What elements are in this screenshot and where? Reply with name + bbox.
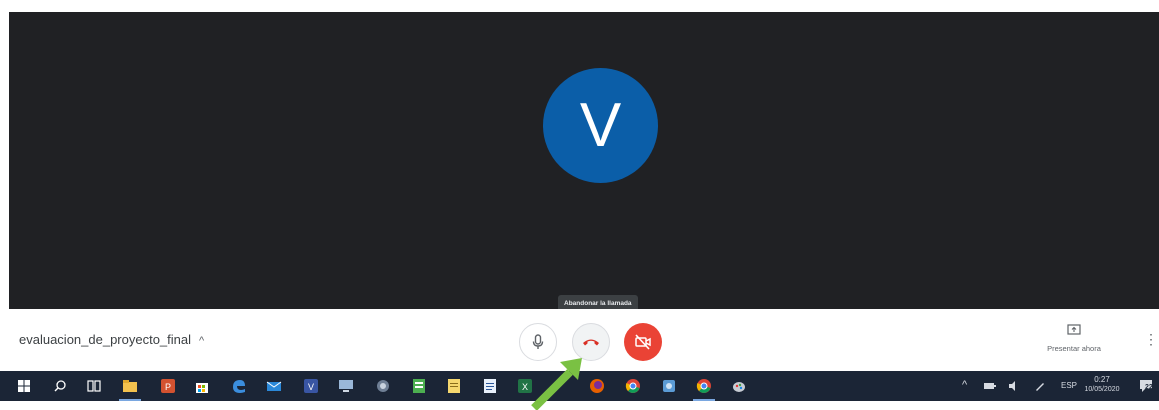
chevron-up-icon: ^ — [199, 335, 205, 347]
paint-icon[interactable] — [731, 378, 747, 394]
show-hidden-icons-chevron-icon[interactable]: ^ — [962, 379, 967, 391]
notepad-icon[interactable] — [446, 378, 462, 394]
network-status-icon[interactable] — [983, 380, 997, 392]
svg-text:V: V — [308, 382, 314, 392]
annotation-arrow — [531, 358, 582, 410]
chrome-icon[interactable] — [625, 378, 641, 394]
more-options-icon[interactable]: ⋮ — [1144, 329, 1158, 349]
task-view-icon[interactable] — [86, 378, 102, 394]
clock-time: 0:27 — [1094, 375, 1110, 384]
volume-icon[interactable] — [1008, 380, 1020, 392]
network-icon[interactable] — [375, 378, 391, 394]
hang-up-icon — [583, 339, 599, 346]
meet-window: V Abandonar la llamada evaluacion_de_pro… — [0, 0, 1159, 410]
participant-avatar: V — [543, 68, 658, 183]
chrome-icon-2[interactable] — [693, 378, 715, 401]
clock[interactable]: 0:27 10/05/2020 — [1082, 375, 1122, 395]
edge-icon[interactable] — [231, 378, 247, 394]
file-explorer-icon[interactable] — [119, 378, 141, 401]
camera-button[interactable] — [624, 323, 662, 361]
clock-date: 10/05/2020 — [1084, 386, 1120, 393]
photos-icon[interactable] — [661, 378, 677, 394]
pen-icon[interactable] — [1034, 380, 1046, 392]
notification-count: 22 — [1145, 384, 1153, 391]
firefox-icon[interactable] — [589, 378, 605, 394]
language-indicator[interactable]: ESP — [1061, 381, 1077, 390]
visio-icon[interactable]: V — [303, 378, 319, 394]
windows-start-icon[interactable] — [16, 378, 32, 394]
project-icon[interactable] — [411, 378, 427, 394]
present-now-button[interactable]: Presentar ahora — [1034, 323, 1114, 353]
microphone-icon — [532, 334, 544, 349]
search-icon[interactable] — [52, 378, 68, 394]
svg-text:P: P — [165, 382, 171, 392]
remote-desktop-icon[interactable] — [338, 378, 354, 394]
video-stage: V Abandonar la llamada — [9, 12, 1159, 312]
camera-off-icon — [635, 334, 651, 350]
mail-icon[interactable] — [266, 378, 282, 394]
present-screen-icon — [1067, 324, 1081, 335]
word-doc-icon[interactable] — [482, 378, 498, 394]
notification-center[interactable]: 22 — [1138, 378, 1154, 394]
present-now-label: Presentar ahora — [1047, 344, 1101, 353]
store-icon[interactable] — [194, 378, 210, 394]
powerpoint-icon[interactable]: P — [160, 378, 176, 394]
meeting-details[interactable]: evaluacion_de_proyecto_final ^ — [19, 332, 204, 347]
meeting-title: evaluacion_de_proyecto_final — [19, 332, 192, 347]
